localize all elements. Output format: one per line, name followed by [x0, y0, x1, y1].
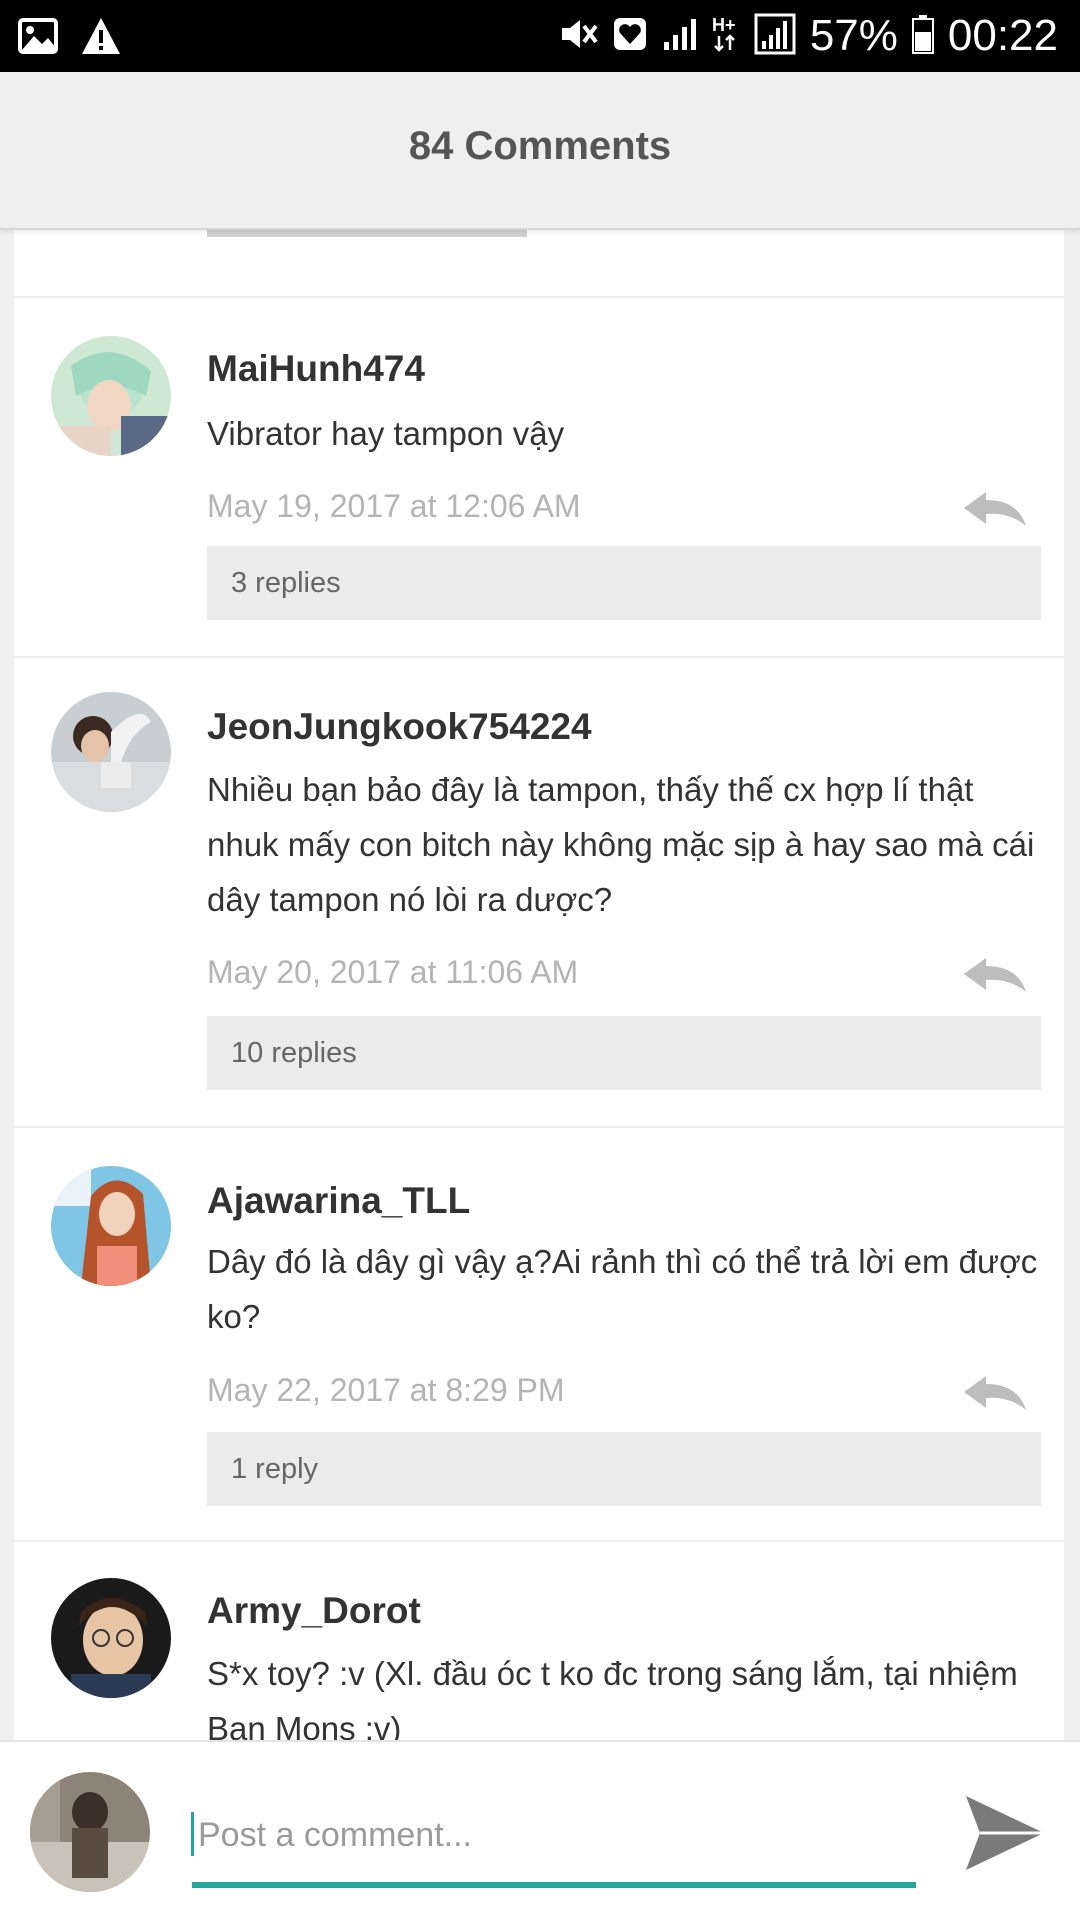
comment-text: S*x toy? :v (Xl. đầu óc t ko đc trong sá…	[207, 1655, 1018, 1740]
avatar[interactable]	[51, 692, 171, 812]
comment-author[interactable]: Ajawarina_TLL	[207, 1180, 470, 1222]
page-title: 84 Comments	[408, 124, 672, 168]
comment-composer	[0, 1740, 1080, 1920]
signal-full-icon	[754, 13, 796, 60]
comment-list[interactable]: MaiHunh474 Vibrator hay tampon vậy May 1…	[14, 200, 1064, 1740]
comment-item: Ajawarina_TLL Dây đó là dây gì vậy ạ?Ai …	[14, 1126, 1064, 1542]
comment-item: MaiHunh474 Vibrator hay tampon vậy May 1…	[14, 296, 1064, 658]
user-avatar[interactable]	[30, 1772, 150, 1892]
reply-icon[interactable]	[962, 956, 1028, 996]
reply-icon[interactable]	[962, 1374, 1028, 1414]
comment-item: Army_Dorot S*x toy? :v (Xl. đầu óc t ko …	[14, 1540, 1064, 1740]
comment-date: May 22, 2017 at 8:29 PM	[207, 1372, 565, 1408]
battery-icon	[911, 14, 934, 59]
comments-screen: H+ 57% 00:22 84 Comments MaiHunh474 Vibr…	[0, 0, 1080, 1920]
replies-button[interactable]: 3 replies	[207, 546, 1041, 620]
replies-button[interactable]: 10 replies	[207, 1016, 1041, 1090]
clock: 00:22	[947, 11, 1058, 60]
send-icon	[966, 1796, 1044, 1870]
app-header: 84 Comments	[0, 72, 1080, 230]
send-button[interactable]	[962, 1792, 1048, 1874]
warning-icon	[80, 16, 122, 61]
comment-item: JeonJungkook754224 Nhiều bạn bảo đây là …	[14, 656, 1064, 1128]
input-underline	[192, 1882, 916, 1888]
comment-author[interactable]: Army_Dorot	[207, 1590, 421, 1632]
comment-author[interactable]: JeonJungkook754224	[207, 706, 592, 748]
svg-text:H+: H+	[712, 15, 736, 35]
comment-input[interactable]	[192, 1802, 916, 1868]
comment-text: Vibrator hay tampon vậy	[207, 415, 565, 452]
avatar[interactable]	[51, 1166, 171, 1286]
heart-box-icon	[612, 16, 648, 57]
comment-date: May 19, 2017 at 12:06 AM	[207, 488, 581, 524]
avatar[interactable]	[51, 336, 171, 456]
reply-icon[interactable]	[962, 490, 1028, 530]
mute-icon	[558, 14, 598, 59]
avatar[interactable]	[51, 1578, 171, 1698]
battery-percent: 57%	[809, 11, 898, 60]
signal-icon	[662, 16, 698, 57]
status-bar: H+ 57% 00:22	[0, 0, 1080, 72]
hplus-icon: H+	[712, 14, 740, 59]
comment-text: Dây đó là dây gì vậy ạ?Ai rảnh thì có th…	[207, 1243, 1038, 1335]
image-icon	[18, 16, 58, 61]
comment-author[interactable]: MaiHunh474	[207, 348, 425, 390]
replies-button[interactable]: 1 reply	[207, 1432, 1041, 1506]
comment-date: May 20, 2017 at 11:06 AM	[207, 954, 579, 990]
comment-text: Nhiều bạn bảo đây là tampon, thấy thế cx…	[207, 771, 1035, 918]
